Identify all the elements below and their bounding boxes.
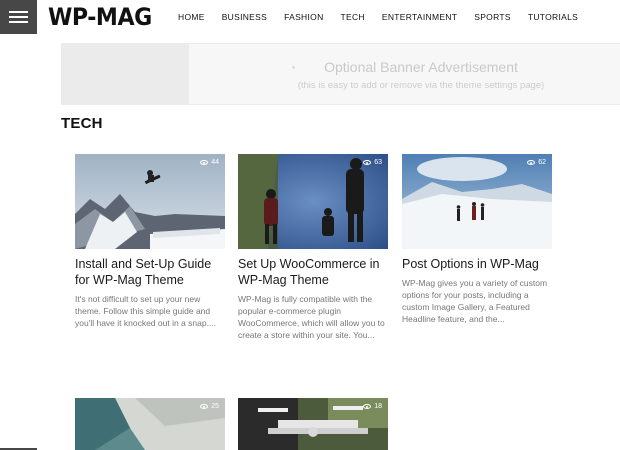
- post-card[interactable]: 44 Install and Set-Up Guide for WP-Mag T…: [75, 154, 225, 329]
- post-thumbnail[interactable]: 62: [402, 154, 552, 249]
- eye-icon: [363, 404, 372, 409]
- post-card[interactable]: 25: [75, 398, 225, 450]
- post-title[interactable]: Set Up WooCommerce in WP-Mag Theme: [238, 256, 388, 288]
- view-count: 44: [200, 159, 219, 166]
- nav-sports[interactable]: SPORTS: [474, 12, 511, 22]
- post-excerpt: WP-Mag gives you a variety of custom opt…: [402, 278, 548, 324]
- site-logo[interactable]: WP-MAG: [48, 3, 152, 31]
- nav-tutorials[interactable]: TUTORIALS: [528, 12, 578, 22]
- post-card[interactable]: 62 Post Options in WP-Mag WP-Mag gives y…: [402, 154, 552, 325]
- view-count: 62: [527, 159, 546, 166]
- nav-home[interactable]: HOME: [178, 12, 205, 22]
- eye-icon: [200, 404, 209, 409]
- snow-hikers-image: [402, 154, 552, 249]
- section-title: TECH: [61, 115, 103, 132]
- eye-icon: [527, 160, 536, 165]
- post-title[interactable]: Install and Set-Up Guide for WP-Mag Them…: [75, 256, 225, 288]
- post-thumbnail[interactable]: 44: [75, 154, 225, 249]
- view-count: 18: [363, 403, 382, 410]
- view-count: 63: [363, 159, 382, 166]
- view-count: 25: [200, 403, 219, 410]
- site-header: WP-MAG HOME BUSINESS FASHION TECH ENTERT…: [0, 0, 620, 36]
- post-excerpt: It's not difficult to set up your new th…: [75, 294, 217, 328]
- post-thumbnail[interactable]: 25: [75, 398, 225, 450]
- banner-ad[interactable]: Optional Banner Advertisement (this is e…: [61, 43, 620, 105]
- menu-icon[interactable]: [0, 0, 37, 34]
- nav-entertainment[interactable]: ENTERTAINMENT: [382, 12, 457, 22]
- banner-subtitle: (this is easy to add or remove via the t…: [297, 80, 545, 91]
- skydiving-image: [238, 154, 388, 249]
- post-thumbnail[interactable]: 18: [238, 398, 388, 450]
- eye-icon: [200, 160, 209, 165]
- nav-business[interactable]: BUSINESS: [222, 12, 267, 22]
- post-thumbnail[interactable]: 63: [238, 154, 388, 249]
- post-title[interactable]: Post Options in WP-Mag: [402, 256, 552, 272]
- post-excerpt: WP-Mag is fully compatible with the popu…: [238, 294, 385, 340]
- eye-icon: [363, 160, 372, 165]
- nav-fashion[interactable]: FASHION: [284, 12, 323, 22]
- main-nav: HOME BUSINESS FASHION TECH ENTERTAINMENT…: [178, 12, 595, 22]
- snowboard-image: [75, 154, 225, 249]
- banner-image: [61, 44, 189, 104]
- banner-title: Optional Banner Advertisement: [324, 59, 518, 75]
- post-card[interactable]: 63 Set Up WooCommerce in WP-Mag Theme WP…: [238, 154, 388, 341]
- nav-tech[interactable]: TECH: [341, 12, 365, 22]
- post-card[interactable]: 18: [238, 398, 388, 450]
